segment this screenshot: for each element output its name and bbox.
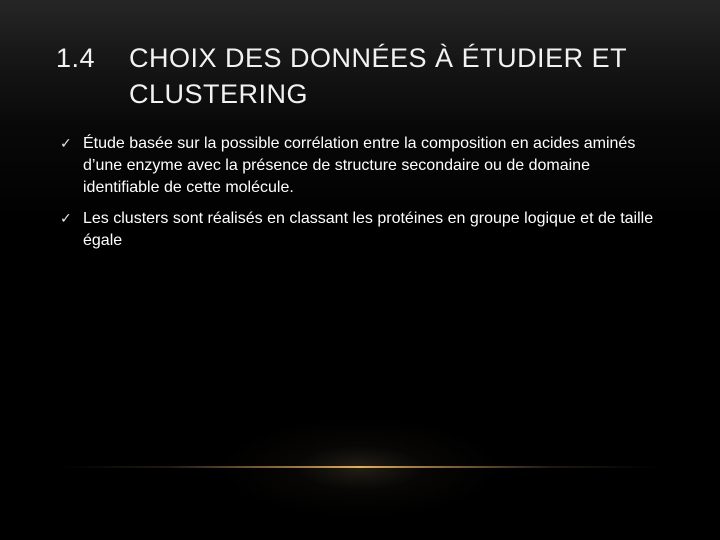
title-line-2: CLUSTERING (129, 79, 309, 109)
decorative-floor-line (60, 466, 660, 468)
bullet-text: Les clusters sont réalisés en classant l… (83, 210, 654, 249)
bullet-item: ✓ Étude basée sur la possible corrélatio… (60, 133, 660, 199)
checkmark-icon: ✓ (60, 136, 72, 152)
bullet-list: ✓ Étude basée sur la possible corrélatio… (60, 133, 660, 261)
slide-title: 1.4 CHOIX DES DONNÉES À ÉTUDIER ET CLUST… (56, 40, 676, 112)
checkmark-icon: ✓ (60, 211, 72, 227)
bullet-item: ✓ Les clusters sont réalisés en classant… (60, 208, 660, 252)
title-line-1: CHOIX DES DONNÉES À ÉTUDIER ET (129, 43, 628, 73)
bullet-text: Étude basée sur la possible corrélation … (83, 135, 636, 196)
slide: 1.4 CHOIX DES DONNÉES À ÉTUDIER ET CLUST… (0, 0, 720, 540)
title-text: CHOIX DES DONNÉES À ÉTUDIER ET CLUSTERIN… (129, 40, 676, 112)
section-number: 1.4 (56, 43, 96, 73)
